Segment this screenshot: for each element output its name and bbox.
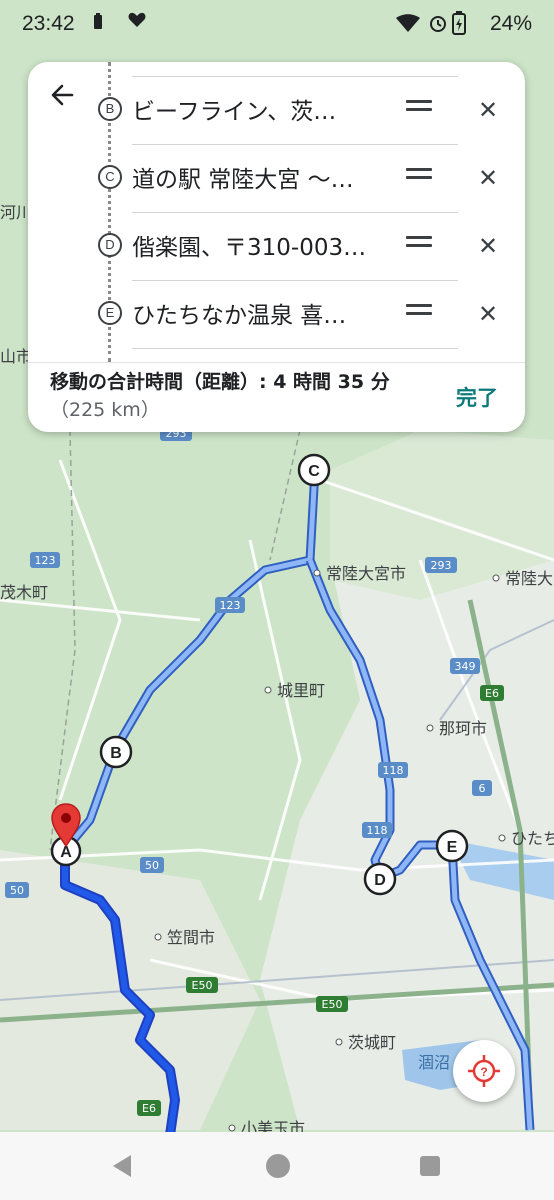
drag-handle-icon[interactable] (406, 100, 432, 116)
shield-123-a: 123 (30, 552, 60, 568)
label-kasama: 笠間市 (167, 928, 215, 947)
shield-123-b: 123 (215, 597, 245, 613)
svg-text:D: D (374, 872, 386, 889)
battery-icon (452, 11, 466, 40)
status-bar: 23:42 24% (0, 0, 554, 52)
stop-letter: B (98, 97, 122, 121)
close-icon[interactable]: ✕ (478, 232, 498, 260)
stop-name[interactable]: ひたちなか温泉 喜… (132, 296, 377, 330)
svg-text:50: 50 (10, 884, 24, 897)
marker-b: B (99, 735, 133, 769)
svg-text:?: ? (480, 1065, 487, 1079)
arrow-left-icon (51, 84, 74, 106)
shield-349: 349 (450, 658, 480, 674)
stop-letter: E (98, 301, 122, 325)
stop-row-d[interactable]: D 偕楽園、〒310-003… ✕ (98, 212, 498, 279)
stop-name[interactable]: ビーフライン、茨… (132, 92, 377, 126)
stop-row-e[interactable]: E ひたちなか温泉 喜… ✕ (98, 280, 498, 347)
alarm-icon (428, 13, 448, 38)
system-nav-bar (0, 1132, 554, 1200)
stop-row-c[interactable]: C 道の駅 常陸大宮 〜… ✕ (98, 144, 498, 211)
shield-118-b: 118 (362, 822, 392, 838)
shield-50-b: 50 (5, 882, 29, 898)
battery-percent: 24% (489, 12, 532, 35)
directions-card: B ビーフライン、茨… ✕ C 道の駅 常陸大宮 〜… ✕ D 偕楽園、〒310… (28, 62, 525, 432)
svg-text:349: 349 (455, 660, 476, 673)
nav-back-icon[interactable] (113, 1155, 131, 1177)
close-icon[interactable]: ✕ (478, 300, 498, 328)
marker-d: D (363, 862, 397, 896)
stop-letter: D (98, 233, 122, 257)
label-ibaraki: 茨城町 (348, 1033, 396, 1052)
marker-e: E (435, 829, 469, 863)
shield-e6-a: E6 (480, 685, 504, 701)
label-hinuma: 涸沼 (418, 1053, 450, 1072)
stop-letter: C (98, 165, 122, 189)
back-button[interactable] (46, 78, 80, 112)
nav-recents-icon[interactable] (420, 1156, 440, 1176)
svg-text:118: 118 (367, 824, 388, 837)
stop-row-b[interactable]: B ビーフライン、茨… ✕ (98, 76, 498, 143)
svg-text:B: B (110, 745, 122, 762)
shield-50-a: 50 (140, 857, 164, 873)
location-unknown-icon: ? (468, 1055, 500, 1087)
svg-text:123: 123 (35, 554, 56, 567)
svg-text:118: 118 (383, 764, 404, 777)
svg-text:E50: E50 (192, 979, 213, 992)
battery-saver-icon (93, 12, 103, 35)
drag-handle-icon[interactable] (406, 236, 432, 252)
done-button[interactable]: 完了 (456, 382, 498, 412)
svg-text:E: E (447, 839, 458, 856)
label-motegi: 茂木町 (0, 583, 48, 602)
stop-name[interactable]: 偕楽園、〒310-003… (132, 228, 377, 262)
trip-summary: 移動の合計時間（距離）: 4 時間 35 分 （225 km） (50, 368, 440, 424)
svg-text:293: 293 (431, 559, 452, 572)
wifi-icon (396, 14, 420, 37)
heart-icon (128, 12, 146, 33)
svg-text:6: 6 (479, 782, 486, 795)
nav-home-icon[interactable] (266, 1154, 290, 1178)
shield-e6-b: E6 (137, 1100, 161, 1116)
status-time: 23:42 (22, 12, 75, 35)
svg-text:50: 50 (145, 859, 159, 872)
svg-text:E6: E6 (142, 1102, 156, 1115)
drag-handle-icon[interactable] (406, 168, 432, 184)
summary-label: 移動の合計時間（距離）: 4 時間 35 分 (50, 371, 390, 393)
svg-text:123: 123 (220, 599, 241, 612)
svg-text:E6: E6 (485, 687, 499, 700)
shield-293-b: 293 (425, 557, 457, 573)
close-icon[interactable]: ✕ (478, 96, 498, 124)
summary-distance: （225 km） (50, 399, 160, 421)
label-shirosato: 城里町 (277, 681, 325, 700)
label-hitachiomiya: 常陸大宮市 (326, 564, 406, 583)
drag-handle-icon[interactable] (406, 304, 432, 320)
stop-name[interactable]: 道の駅 常陸大宮 〜… (132, 160, 377, 194)
label-naka: 那珂市 (439, 719, 487, 738)
shield-6: 6 (472, 780, 492, 796)
close-icon[interactable]: ✕ (478, 164, 498, 192)
shield-118-a: 118 (378, 762, 408, 778)
marker-c: C (297, 453, 331, 487)
svg-text:E50: E50 (322, 998, 343, 1011)
label-hitachi: ひたち (511, 829, 554, 848)
svg-text:C: C (308, 463, 320, 480)
my-location-button[interactable]: ? (453, 1040, 515, 1102)
shield-e50-a: E50 (186, 977, 218, 993)
label-hitachiomiya-east: 常陸大 (505, 569, 553, 588)
shield-e50-b: E50 (316, 996, 348, 1012)
